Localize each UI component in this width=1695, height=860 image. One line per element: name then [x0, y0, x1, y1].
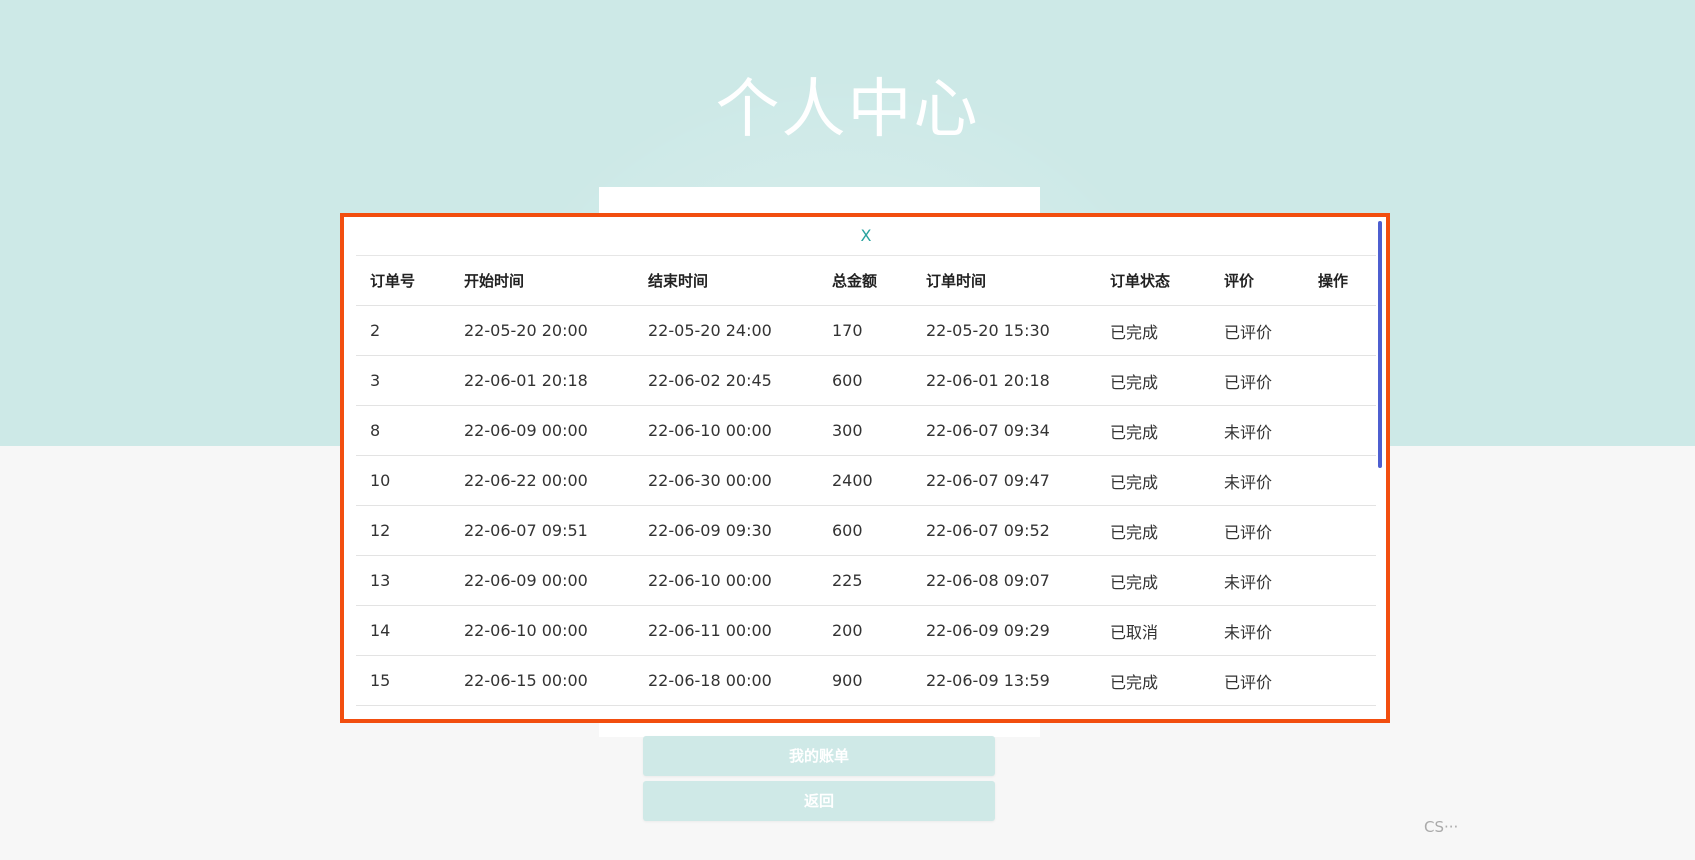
- table-cell: 22-05-20 24:00: [634, 305, 818, 356]
- table-row: 12 22-06-07 09:51 22-06-09 09:30 600 22-06-0…: [356, 505, 1376, 556]
- table-cell: 22-05-20 15:30: [912, 305, 1096, 356]
- table-cell: 已评价: [1210, 305, 1304, 356]
- table-cell: 22-06-18 00:00: [634, 655, 818, 706]
- table-cell: 22-06-01 20:18: [450, 355, 634, 406]
- orders-modal: X 订单号 开始时间 结束时间 总金额 订单时间 订单状态 评价 操作 2 22-05-20 2…: [340, 213, 1390, 723]
- table-row: 8 22-06-09 00:00 22-06-10 00:00 300 22-06-07…: [356, 405, 1376, 456]
- table-cell: 8: [356, 405, 450, 456]
- table-row: 10 22-06-22 00:00 22-06-30 00:00 2400 22-06-…: [356, 455, 1376, 506]
- table-cell: 3: [356, 355, 450, 406]
- table-cell[interactable]: [1304, 655, 1376, 706]
- table-cell: 已评价: [1210, 655, 1304, 706]
- scrollbar[interactable]: [1378, 221, 1382, 468]
- table-cell: 22-06-30 00:00: [634, 455, 818, 506]
- table-cell: 22-06-15 00:00: [450, 655, 634, 706]
- table-row: 14 22-06-10 00:00 22-06-11 00:00 200 22-06-0…: [356, 605, 1376, 656]
- table-cell: 170: [818, 305, 912, 356]
- table-cell: 12: [356, 505, 450, 556]
- column-header: 订单号: [356, 256, 450, 306]
- table-cell: 22-06-07 09:52: [912, 505, 1096, 556]
- table-cell: 22-06-02 20:45: [634, 355, 818, 406]
- table-cell: 已完成: [1096, 355, 1210, 406]
- table-cell: 300: [818, 405, 912, 456]
- table-cell: 已完成: [1096, 505, 1210, 556]
- column-header: 订单时间: [912, 256, 1096, 306]
- table-cell[interactable]: [1304, 305, 1376, 356]
- table-cell: 已完成: [1096, 305, 1210, 356]
- table-cell: 已完成: [1096, 455, 1210, 506]
- table-cell: 22-06-01 20:18: [912, 355, 1096, 406]
- table-row: 2 22-05-20 20:00 22-05-20 24:00 170 22-05-20…: [356, 305, 1376, 356]
- table-cell: 13: [356, 555, 450, 606]
- table-cell: 22-05-20 20:00: [450, 305, 634, 356]
- column-header: 订单状态: [1096, 256, 1210, 306]
- table-cell: 200: [818, 605, 912, 656]
- table-cell: 22-06-10 00:00: [450, 605, 634, 656]
- table-row: 13 22-06-09 00:00 22-06-10 00:00 225 22-06-0…: [356, 555, 1376, 606]
- table-cell: 15: [356, 655, 450, 706]
- table-cell: 22-06-22 00:00: [450, 455, 634, 506]
- back-button[interactable]: 返回: [643, 781, 995, 821]
- table-cell: 22-06-11 00:00: [634, 605, 818, 656]
- table-cell: 22-06-07 09:51: [450, 505, 634, 556]
- column-header: 开始时间: [450, 256, 634, 306]
- table-cell: 未评价: [1210, 405, 1304, 456]
- table-cell: 未评价: [1210, 455, 1304, 506]
- table-cell: 600: [818, 355, 912, 406]
- table-cell: 未评价: [1210, 605, 1304, 656]
- column-header: 总金额: [818, 256, 912, 306]
- table-cell: 22-06-10 00:00: [634, 405, 818, 456]
- table-cell[interactable]: [1304, 505, 1376, 556]
- table-cell: 22-06-09 09:29: [912, 605, 1096, 656]
- column-header: 结束时间: [634, 256, 818, 306]
- table-row: 3 22-06-01 20:18 22-06-02 20:45 600 22-06-01…: [356, 355, 1376, 406]
- table-cell: 22-06-10 00:00: [634, 555, 818, 606]
- table-cell: 22-06-07 09:47: [912, 455, 1096, 506]
- table-cell: 2: [356, 305, 450, 356]
- table-cell: 22-06-09 00:00: [450, 405, 634, 456]
- column-header: 评价: [1210, 256, 1304, 306]
- table-cell: 已完成: [1096, 555, 1210, 606]
- table-cell: 900: [818, 655, 912, 706]
- table-cell[interactable]: [1304, 555, 1376, 606]
- table-cell: 2400: [818, 455, 912, 506]
- column-header: 操作: [1304, 256, 1376, 306]
- close-button[interactable]: X: [356, 217, 1376, 256]
- table-cell: 10: [356, 455, 450, 506]
- table-cell: 22-06-09 09:30: [634, 505, 818, 556]
- table-cell: 22-06-09 00:00: [450, 555, 634, 606]
- table-header-row: 订单号 开始时间 结束时间 总金额 订单时间 订单状态 评价 操作: [356, 256, 1376, 306]
- table-cell: 未评价: [1210, 555, 1304, 606]
- table-cell: 已完成: [1096, 655, 1210, 706]
- table-cell: 已评价: [1210, 355, 1304, 406]
- table-cell: 225: [818, 555, 912, 606]
- table-cell[interactable]: [1304, 605, 1376, 656]
- table-cell[interactable]: [1304, 405, 1376, 456]
- table-cell: 22-06-08 09:07: [912, 555, 1096, 606]
- my-bill-button[interactable]: 我的账单: [643, 736, 995, 776]
- table-cell: 22-06-09 13:59: [912, 655, 1096, 706]
- table-cell: 600: [818, 505, 912, 556]
- table-cell: 22-06-07 09:34: [912, 405, 1096, 456]
- watermark: CS···: [1424, 818, 1459, 836]
- table-cell[interactable]: [1304, 355, 1376, 406]
- page-title: 个人中心: [715, 73, 980, 147]
- table-cell: 已评价: [1210, 505, 1304, 556]
- table-cell[interactable]: [1304, 455, 1376, 506]
- table-cell: 已取消: [1096, 605, 1210, 656]
- table-cell: 已完成: [1096, 405, 1210, 456]
- orders-table: 订单号 开始时间 结束时间 总金额 订单时间 订单状态 评价 操作 2 22-05-20 20:…: [356, 256, 1376, 706]
- table-row: 15 22-06-15 00:00 22-06-18 00:00 900 22-06-0…: [356, 655, 1376, 706]
- table-cell: 14: [356, 605, 450, 656]
